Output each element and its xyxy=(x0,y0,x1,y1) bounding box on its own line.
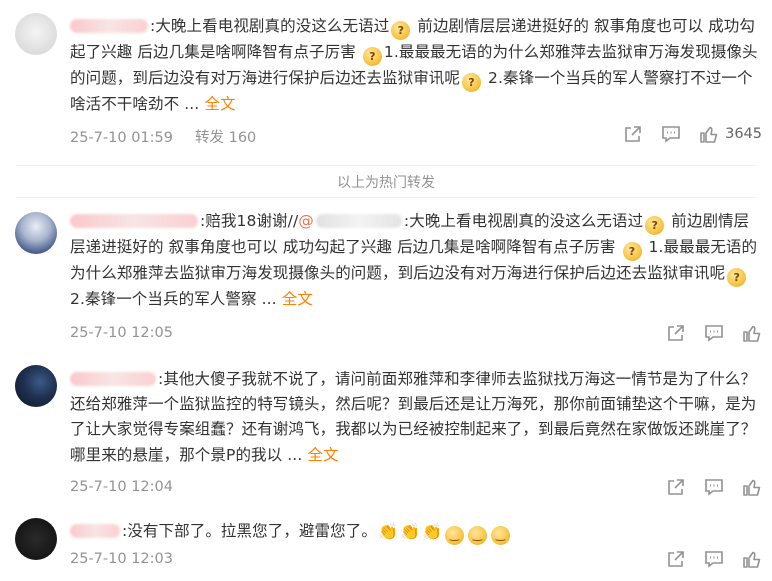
thinking-emoji-icon: ? xyxy=(362,47,382,66)
comment-actions xyxy=(666,549,762,569)
share-button[interactable] xyxy=(666,477,686,497)
share-button[interactable] xyxy=(666,323,686,343)
comment-item: :赔我18谢谢//@:大晚上看电视剧真的没这么无语过? 前边剧情层层递进挺好的 … xyxy=(0,197,772,352)
thinking-emoji-icon: ? xyxy=(462,73,482,92)
hot-reposts-separator: 以上为热门转发 xyxy=(337,175,435,191)
comment-actions: 3645 xyxy=(623,124,762,144)
mention-link[interactable]: @ xyxy=(298,212,404,230)
comment-text: :没有下部了。拉黑您了，避雷您了。👏 👏 👏 ‿ ‿ ‿ xyxy=(70,519,760,545)
username[interactable] xyxy=(70,19,148,33)
divider xyxy=(16,165,756,166)
username[interactable] xyxy=(70,214,198,228)
comment-item: :没有下部了。拉黑您了，避雷您了。👏 👏 👏 ‿ ‿ ‿ 25-7-10 12:03 xyxy=(0,510,772,581)
like-button[interactable]: 3645 xyxy=(699,124,762,144)
smile-emoji-icon: ‿ xyxy=(445,526,465,545)
comment-icon xyxy=(662,126,680,143)
comment-icon xyxy=(705,479,723,496)
comment-text: :其他大傻子我就不说了，请问前面郑雅萍和李律师去监狱找万海这一情节是为了什么？还… xyxy=(70,370,757,464)
repost-count[interactable]: 转发 160 xyxy=(195,130,256,146)
comment-button[interactable] xyxy=(704,323,724,343)
comment-actions xyxy=(666,323,762,343)
comment-meta: 25-7-10 01:59 转发 160 xyxy=(70,126,256,147)
timestamp: 25-7-10 12:05 xyxy=(70,325,173,341)
username[interactable] xyxy=(70,372,156,386)
like-button[interactable] xyxy=(742,323,762,343)
clap-emoji-icon: 👏 xyxy=(399,522,420,541)
username[interactable] xyxy=(70,524,120,538)
like-icon xyxy=(743,551,761,568)
share-icon xyxy=(668,479,684,495)
comment-meta: 25-7-10 12:03 xyxy=(70,551,173,567)
like-button[interactable] xyxy=(742,477,762,497)
smile-emoji-icon: ‿ xyxy=(468,526,488,545)
thinking-emoji-icon: ? xyxy=(645,216,665,235)
avatar[interactable] xyxy=(15,365,57,407)
timestamp: 25-7-10 12:04 xyxy=(70,479,173,495)
clap-emoji-icon: 👏 xyxy=(377,522,398,541)
comment-button[interactable] xyxy=(704,477,724,497)
like-icon xyxy=(743,325,761,342)
expand-link[interactable]: 全文 xyxy=(204,95,235,113)
smile-emoji-icon: ‿ xyxy=(491,526,511,545)
comment-item: :其他大傻子我就不说了，请问前面郑雅萍和李律师去监狱找万海这一情节是为了什么？还… xyxy=(0,352,772,510)
like-count: 3645 xyxy=(725,126,762,142)
avatar[interactable] xyxy=(15,518,57,560)
thinking-emoji-icon: ? xyxy=(622,242,642,261)
share-icon xyxy=(668,551,684,567)
comment-icon xyxy=(705,325,723,342)
comment-button[interactable] xyxy=(704,549,724,569)
expand-link[interactable]: 全文 xyxy=(282,290,313,308)
thinking-emoji-icon: ? xyxy=(391,21,411,40)
share-icon xyxy=(625,126,641,142)
share-icon xyxy=(668,325,684,341)
like-button[interactable] xyxy=(742,549,762,569)
comment-text: :大晚上看电视剧真的没这么无语过? 前边剧情层层递进挺好的 叙事角度也可以 成功… xyxy=(70,17,758,113)
comment-meta: 25-7-10 12:04 xyxy=(70,479,173,495)
share-button[interactable] xyxy=(623,124,643,144)
comment-item: :大晚上看电视剧真的没这么无语过? 前边剧情层层递进挺好的 叙事角度也可以 成功… xyxy=(0,0,772,165)
comment-text: :赔我18谢谢//@:大晚上看电视剧真的没这么无语过? 前边剧情层层递进挺好的 … xyxy=(70,212,758,308)
avatar[interactable] xyxy=(15,212,57,254)
timestamp: 25-7-10 01:59 xyxy=(70,130,173,146)
comment-actions xyxy=(666,477,762,497)
thinking-emoji-icon: ? xyxy=(727,268,747,287)
comment-icon xyxy=(705,551,723,568)
like-icon xyxy=(743,479,761,496)
avatar[interactable] xyxy=(15,13,57,55)
expand-link[interactable]: 全文 xyxy=(307,446,338,464)
clap-emoji-icon: 👏 xyxy=(422,522,443,541)
like-icon xyxy=(700,126,718,143)
timestamp: 25-7-10 12:03 xyxy=(70,551,173,567)
comment-meta: 25-7-10 12:05 xyxy=(70,325,173,341)
share-button[interactable] xyxy=(666,549,686,569)
comment-button[interactable] xyxy=(661,124,681,144)
